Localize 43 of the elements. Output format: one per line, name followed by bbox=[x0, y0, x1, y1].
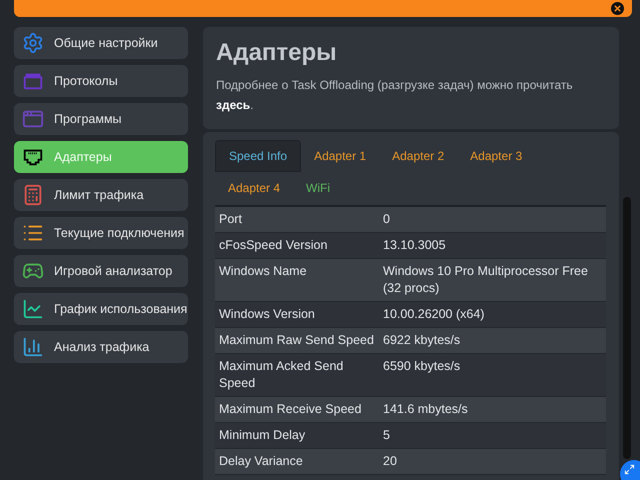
settings-icon bbox=[22, 32, 44, 54]
table-cell-text: 20 bbox=[382, 453, 398, 470]
table-cell-text: Windows Name bbox=[218, 263, 308, 280]
table-cell-text: 13.10.3005 bbox=[382, 237, 447, 254]
page-title: Адаптеры bbox=[216, 38, 338, 68]
tab[interactable]: Adapter 3 bbox=[457, 140, 536, 172]
table-cell-text: 5 bbox=[382, 427, 391, 444]
resize-icon bbox=[624, 464, 635, 475]
line-chart-icon bbox=[22, 298, 44, 320]
sidebar-item[interactable]: Протоколы bbox=[14, 65, 188, 97]
here-link[interactable]: здесь bbox=[216, 98, 250, 112]
table-cell-text: 6590 kbytes/s bbox=[382, 358, 462, 375]
sidebar-item[interactable]: Лимит трафика bbox=[14, 179, 188, 211]
table-cell-text: 6922 kbytes/s bbox=[382, 332, 462, 349]
table-cell-text: Maximum Acked Send Speed bbox=[218, 358, 344, 392]
tab[interactable]: Adapter 1 bbox=[301, 140, 380, 172]
tab[interactable]: Speed Info bbox=[215, 140, 302, 172]
sidebar-item[interactable]: Общие настройки bbox=[14, 27, 188, 59]
close-button[interactable] bbox=[611, 2, 624, 15]
tab[interactable]: Adapter 2 bbox=[379, 140, 458, 172]
table-cell-text: Delay Variance bbox=[218, 453, 304, 470]
close-icon bbox=[613, 4, 622, 13]
table-cell-text: cFosSpeed Version bbox=[218, 237, 328, 254]
bar-chart-icon bbox=[22, 336, 44, 358]
description-text: Подробнее о Task Offloading (разгрузке задач) можно прочитать здесь. bbox=[216, 77, 574, 114]
sidebar-item[interactable]: Игровой анализатор bbox=[14, 255, 188, 287]
tab[interactable]: WiFi bbox=[293, 172, 344, 204]
tab[interactable]: Adapter 4 bbox=[215, 172, 294, 204]
table-cell-text: Windows 10 Pro Multiprocessor Free (32 procs) bbox=[382, 263, 589, 297]
table-cell-text: Minimum Delay bbox=[218, 427, 306, 444]
sidebar-item[interactable]: Программы bbox=[14, 103, 188, 135]
sidebar-item[interactable]: График использования bbox=[14, 293, 188, 325]
table-cell-text: 141.6 mbytes/s bbox=[382, 401, 469, 418]
table-cell-text: 0 bbox=[382, 211, 391, 228]
table-cell-text: Maximum Raw Send Speed bbox=[218, 332, 375, 349]
table-cell-text: Windows Version bbox=[218, 306, 316, 323]
table-cell-text: Maximum Receive Speed bbox=[218, 401, 362, 418]
calculator-icon bbox=[22, 184, 44, 206]
sidebar-item[interactable]: Текущие подключения bbox=[14, 217, 188, 249]
sidebar-item[interactable]: Анализ трафика bbox=[14, 331, 188, 363]
app-window-icon bbox=[22, 108, 44, 130]
table-cell-text: Port bbox=[218, 211, 243, 228]
table-cell-text: 10.00.26200 (x64) bbox=[382, 306, 486, 323]
